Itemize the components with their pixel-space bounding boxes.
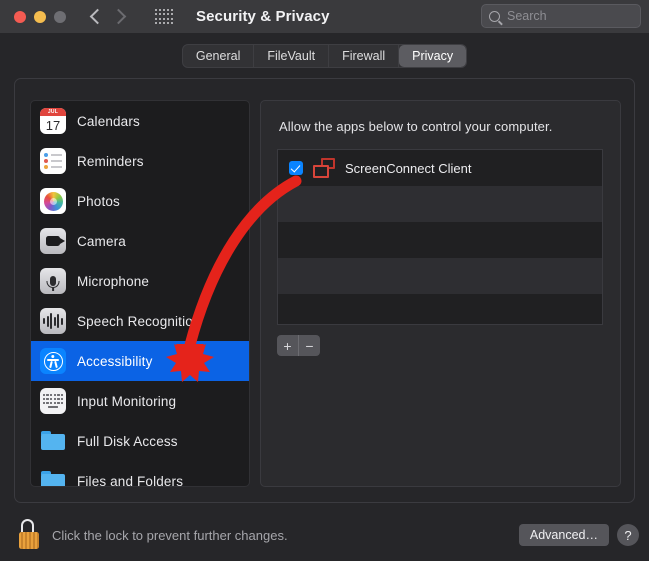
- help-button[interactable]: ?: [617, 524, 639, 546]
- minimize-button[interactable]: [34, 10, 46, 23]
- sidebar-item-microphone[interactable]: Microphone: [31, 261, 249, 301]
- sidebar-item-accessibility[interactable]: Accessibility: [31, 341, 249, 381]
- sidebar-item-label: Photos: [77, 193, 120, 209]
- window-titlebar: Security & Privacy Search: [0, 0, 649, 33]
- close-button[interactable]: [14, 10, 26, 23]
- allowed-apps-list[interactable]: ScreenConnect Client: [277, 149, 603, 325]
- grid-icon[interactable]: [154, 9, 174, 25]
- add-app-button[interactable]: +: [277, 335, 298, 356]
- calendar-day: 17: [45, 117, 61, 133]
- calendar-month: JUL: [40, 108, 66, 116]
- app-checkbox[interactable]: [289, 161, 303, 175]
- sidebar-item-calendars[interactable]: JUL 17 Calendars: [31, 101, 249, 141]
- reminders-icon: [40, 148, 66, 174]
- list-item[interactable]: ScreenConnect Client: [278, 150, 602, 186]
- folder-icon: [40, 468, 66, 486]
- preferences-panel: JUL 17 Calendars Reminders Photos Camera: [14, 78, 635, 503]
- sidebar-item-label: Calendars: [77, 113, 140, 129]
- keyboard-icon: [40, 388, 66, 414]
- search-icon: [489, 10, 500, 22]
- add-remove-button-group: + −: [277, 335, 320, 356]
- sidebar-item-label: Files and Folders: [77, 473, 184, 487]
- camera-icon: [40, 228, 66, 254]
- advanced-button[interactable]: Advanced…: [518, 524, 609, 546]
- sidebar-item-label: Reminders: [77, 153, 144, 169]
- navigation-arrows: [89, 8, 127, 25]
- zoom-button[interactable]: [54, 10, 66, 23]
- list-item[interactable]: [278, 222, 602, 258]
- tab-privacy[interactable]: Privacy: [399, 44, 467, 67]
- list-item[interactable]: [278, 258, 602, 294]
- tab-bar: General FileVault Firewall Privacy: [0, 33, 649, 78]
- calendar-icon: JUL 17: [40, 108, 66, 134]
- chevron-left-icon[interactable]: [89, 8, 106, 25]
- sidebar-item-label: Input Monitoring: [77, 393, 177, 409]
- sidebar-item-label: Camera: [77, 233, 126, 249]
- search-field[interactable]: Search: [481, 4, 641, 28]
- app-name: ScreenConnect Client: [345, 160, 472, 176]
- folder-icon: [40, 428, 66, 454]
- tab-general[interactable]: General: [183, 44, 255, 67]
- traffic-lights: [14, 10, 66, 23]
- speech-icon: [40, 308, 66, 334]
- sidebar-item-input-monitoring[interactable]: Input Monitoring: [31, 381, 249, 421]
- privacy-category-list[interactable]: JUL 17 Calendars Reminders Photos Camera: [30, 100, 250, 487]
- sidebar-item-label: Speech Recognition: [77, 313, 201, 329]
- list-item[interactable]: [278, 186, 602, 222]
- tab-filevault[interactable]: FileVault: [254, 44, 330, 67]
- sidebar-item-label: Full Disk Access: [77, 433, 178, 449]
- sidebar-item-reminders[interactable]: Reminders: [31, 141, 249, 181]
- unlocked-padlock-icon[interactable]: [16, 519, 42, 549]
- tab-firewall[interactable]: Firewall: [329, 44, 400, 67]
- privacy-detail-pane: Allow the apps below to control your com…: [260, 100, 621, 487]
- sidebar-item-files-and-folders[interactable]: Files and Folders: [31, 461, 249, 487]
- sidebar-item-photos[interactable]: Photos: [31, 181, 249, 221]
- page-title: Security & Privacy: [196, 8, 330, 25]
- footer-bar: Click the lock to prevent further change…: [0, 505, 649, 561]
- sidebar-item-speech-recognition[interactable]: Speech Recognition: [31, 301, 249, 341]
- microphone-icon: [40, 268, 66, 294]
- pane-description: Allow the apps below to control your com…: [279, 119, 553, 134]
- screenconnect-icon: [313, 158, 335, 178]
- search-placeholder: Search: [507, 9, 547, 23]
- sidebar-item-camera[interactable]: Camera: [31, 221, 249, 261]
- accessibility-icon: [40, 348, 66, 374]
- sidebar-item-full-disk-access[interactable]: Full Disk Access: [31, 421, 249, 461]
- lock-hint-text: Click the lock to prevent further change…: [52, 528, 288, 543]
- remove-app-button[interactable]: −: [299, 335, 320, 356]
- photos-icon: [40, 188, 66, 214]
- sidebar-item-label: Microphone: [77, 273, 150, 289]
- sidebar-item-label: Accessibility: [77, 353, 153, 369]
- list-item[interactable]: [278, 294, 602, 324]
- chevron-right-icon[interactable]: [110, 8, 127, 25]
